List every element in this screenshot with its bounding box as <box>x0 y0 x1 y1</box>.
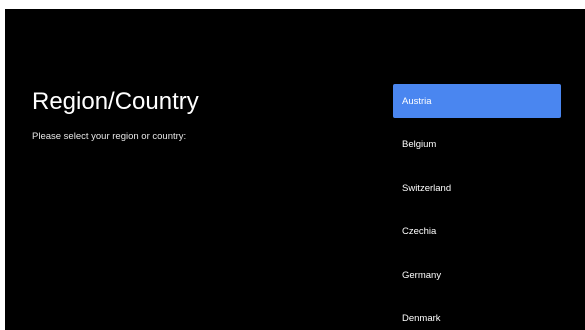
country-option-denmark[interactable]: Denmark <box>393 302 561 330</box>
country-option-germany[interactable]: Germany <box>393 258 561 292</box>
country-list: Austria Belgium Switzerland Czechia Germ… <box>393 84 561 330</box>
country-option-czechia[interactable]: Czechia <box>393 215 561 249</box>
country-option-switzerland[interactable]: Switzerland <box>393 171 561 205</box>
page-subtitle: Please select your region or country: <box>32 131 187 142</box>
country-option-belgium[interactable]: Belgium <box>393 128 561 162</box>
country-option-austria[interactable]: Austria <box>393 84 561 118</box>
page-title: Region/Country <box>32 88 199 115</box>
tv-setup-screen: Region/Country Please select your region… <box>5 9 585 330</box>
